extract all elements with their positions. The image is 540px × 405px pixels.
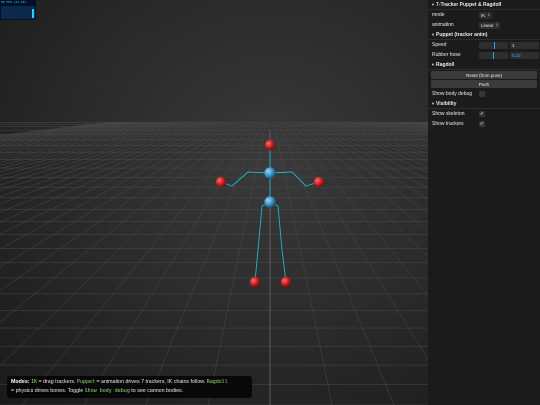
body-debug-description: to see cannon bodies. xyxy=(129,387,184,394)
grid-line xyxy=(0,121,123,139)
speed-row: Speed 1 xyxy=(428,40,540,50)
body-debug-code: Show body debug xyxy=(84,387,130,394)
grid-line xyxy=(0,121,167,154)
show-skeleton-checkbox[interactable]: ✓ xyxy=(479,111,485,117)
tracker-head xyxy=(264,139,276,151)
fps-stats-panel[interactable]: 60 FPS (41-60) xyxy=(0,0,36,20)
skeleton-right-arm xyxy=(269,171,320,187)
grid-line xyxy=(0,121,131,141)
tracker-chest xyxy=(264,167,276,179)
speed-number-input[interactable]: 1 xyxy=(510,41,539,49)
grid-line xyxy=(145,121,263,405)
select-arrows-icon: ⇕ xyxy=(487,13,491,17)
grid-line xyxy=(0,121,175,158)
mode-label: mode xyxy=(432,12,445,18)
visibility-section-header[interactable]: ▼ Visibility xyxy=(428,99,540,109)
ragdoll-code: Ragdoll xyxy=(206,379,228,385)
rubber-hose-row: Rubber hose 0.22 xyxy=(428,50,540,60)
speed-label: Speed xyxy=(432,42,447,48)
select-arrows-icon: ⇕ xyxy=(495,23,499,27)
puppet-description: = animation drives 7 trackers, IK chains… xyxy=(95,379,207,385)
tracker-right-hand xyxy=(313,176,325,188)
show-body-debug-row: Show body debug xyxy=(428,89,540,99)
fps-readout: 60 FPS (41-60) xyxy=(1,0,27,4)
show-skeleton-row: Show skeleton ✓ xyxy=(428,109,540,119)
ragdoll-section-title: Ragdoll xyxy=(436,61,455,68)
grid-line xyxy=(0,121,239,268)
grid-line xyxy=(0,121,147,146)
gui-title: 7-Tracker Puppet & Ragdoll xyxy=(436,1,502,8)
ragdoll-description: = physics drives bones. Toggle xyxy=(11,387,85,394)
puppet-code: Puppet xyxy=(76,379,96,385)
grid-line xyxy=(0,121,203,181)
tracker-left-foot xyxy=(249,276,261,288)
rubber-hose-slider-knob[interactable] xyxy=(492,51,494,59)
skeleton-left-arm xyxy=(220,171,271,187)
ragdoll-section-header[interactable]: ▼ Ragdoll xyxy=(428,60,540,70)
rubber-hose-number-input[interactable]: 0.22 xyxy=(510,51,539,59)
mode-row: mode IK ⇕ xyxy=(428,10,540,20)
speed-slider-knob[interactable] xyxy=(493,41,495,49)
grid-line xyxy=(0,121,171,156)
animation-value: Linear xyxy=(481,22,494,28)
grid-line xyxy=(0,121,215,197)
fps-graph-bar xyxy=(32,9,34,18)
grid-line xyxy=(0,121,119,138)
tracker-right-foot xyxy=(280,276,292,288)
grid-line xyxy=(0,121,227,223)
skeleton-left-leg xyxy=(254,201,271,283)
animation-label: animation xyxy=(432,22,454,28)
modes-label: Modes: xyxy=(11,379,30,385)
gui-title-header[interactable]: ▼ 7-Tracker Puppet & Ragdoll xyxy=(428,0,540,10)
grid-line xyxy=(0,121,223,213)
grid-line xyxy=(0,121,179,161)
rubber-hose-slider[interactable] xyxy=(479,51,508,59)
info-box: Modes: IK = drag trackers. Puppet = anim… xyxy=(7,376,252,398)
animation-row: animation Linear ⇕ xyxy=(428,20,540,30)
fps-graph xyxy=(1,6,35,19)
visibility-section-title: Visibility xyxy=(436,100,457,107)
grid-line xyxy=(0,121,183,163)
tracker-left-hand xyxy=(215,176,227,188)
show-body-debug-label: Show body debug xyxy=(432,91,473,97)
grid-line xyxy=(0,121,207,186)
grid-line xyxy=(277,121,395,405)
grid-line xyxy=(0,121,243,291)
grid-line xyxy=(207,121,267,405)
puppet-section-header[interactable]: ▼ Puppet (tracker anim) xyxy=(428,30,540,40)
grid-line xyxy=(0,121,231,235)
animation-select[interactable]: Linear ⇕ xyxy=(479,21,501,29)
show-trackers-label: Show trackers xyxy=(432,121,464,127)
puppet-section-title: Puppet (tracker anim) xyxy=(436,31,488,38)
speed-slider[interactable] xyxy=(479,41,508,49)
grid-line xyxy=(273,121,333,405)
show-trackers-row: Show trackers ✓ xyxy=(428,119,540,129)
mode-select[interactable]: IK ⇕ xyxy=(479,11,493,19)
grid-line xyxy=(0,121,247,323)
grid-line xyxy=(0,121,195,173)
show-skeleton-label: Show skeleton xyxy=(432,111,465,117)
grid-line xyxy=(0,121,127,140)
show-body-debug-checkbox[interactable] xyxy=(479,91,485,97)
skeleton-right-leg xyxy=(269,201,287,283)
ik-description: = drag trackers. xyxy=(37,379,77,385)
grid-line xyxy=(83,121,259,405)
push-button[interactable]: Push xyxy=(431,80,537,88)
grid-line xyxy=(0,121,219,205)
mode-value: IK xyxy=(481,12,486,18)
grid-line xyxy=(21,121,255,405)
grid-line xyxy=(0,121,143,144)
tracker-pelvis xyxy=(264,196,276,208)
reset-from-pose-button[interactable]: Reset (from pose) xyxy=(431,71,537,79)
show-trackers-checkbox[interactable]: ✓ xyxy=(479,121,485,127)
grid-line xyxy=(0,121,251,367)
rubber-hose-label: Rubber hose xyxy=(432,52,461,58)
gui-panel: ▼ 7-Tracker Puppet & Ragdoll mode IK ⇕ a… xyxy=(428,0,540,405)
grid-line xyxy=(0,121,151,147)
